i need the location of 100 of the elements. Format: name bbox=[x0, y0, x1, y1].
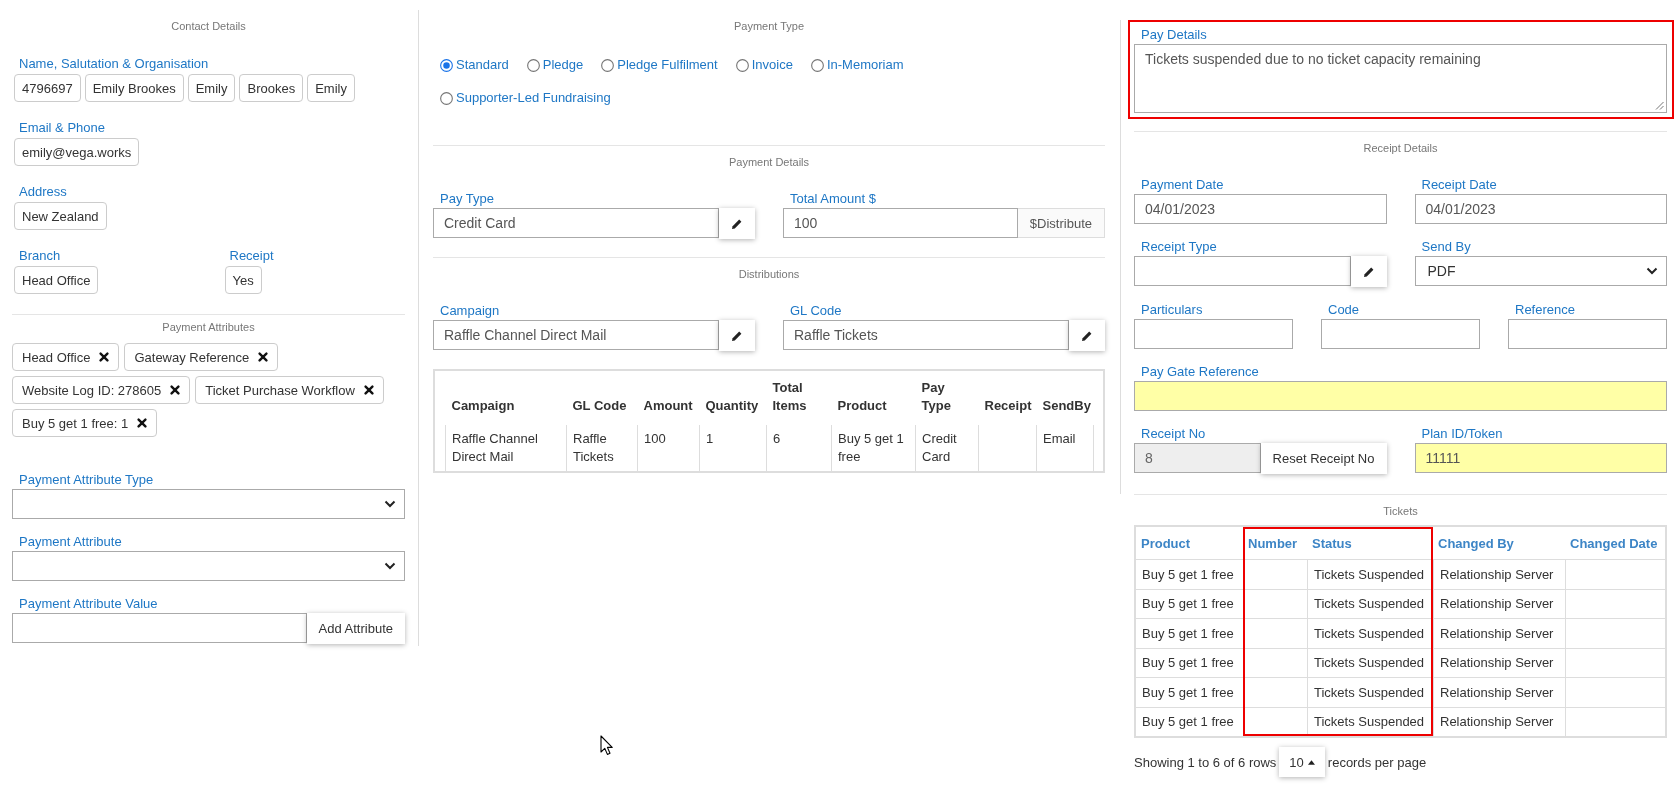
edit-button[interactable] bbox=[1069, 320, 1105, 351]
field-label: Pay Details bbox=[1140, 26, 1208, 44]
column-header[interactable]: Changed By bbox=[1433, 527, 1565, 559]
value-chip: Yes bbox=[224, 266, 262, 294]
lookup-field[interactable] bbox=[1134, 256, 1351, 286]
table-cell: Tickets Suspended bbox=[1307, 559, 1433, 589]
field-label: Code bbox=[1327, 301, 1361, 319]
radio-option[interactable]: Standard bbox=[440, 55, 509, 75]
close-icon[interactable] bbox=[170, 385, 181, 395]
text-field[interactable] bbox=[1134, 319, 1293, 349]
table-cell: Raffle Tickets bbox=[566, 425, 638, 471]
text-field[interactable]: 11111 bbox=[1414, 443, 1667, 473]
table-cell: Buy 5 get 1 free bbox=[1136, 559, 1243, 589]
table-cell: Email bbox=[1036, 425, 1094, 471]
value-chip: New Zealand bbox=[14, 202, 107, 230]
field-label: Payment Date bbox=[1140, 176, 1225, 194]
field-label: Receipt No bbox=[1140, 425, 1207, 443]
table-cell: Tickets Suspended bbox=[1307, 677, 1433, 707]
close-icon[interactable] bbox=[137, 418, 148, 428]
select-field[interactable] bbox=[12, 489, 405, 519]
lookup-field[interactable]: Raffle Channel Direct Mail bbox=[433, 320, 719, 350]
tag-text: Website Log ID: 278605 bbox=[22, 382, 162, 398]
table-cell: Relationship Server bbox=[1433, 647, 1565, 677]
text-field[interactable]: 04/01/2023 bbox=[1414, 194, 1667, 224]
field-label: Campaign bbox=[439, 302, 501, 320]
field-label: Send By bbox=[1420, 238, 1472, 256]
field-label: Total Amount $ bbox=[789, 190, 877, 208]
distribute-button[interactable]: $Distribute bbox=[1017, 208, 1105, 238]
column-header: Total Items bbox=[766, 371, 832, 425]
field-label: Address bbox=[18, 183, 68, 201]
pencil-icon bbox=[731, 217, 743, 230]
amount-field[interactable]: 100 bbox=[783, 208, 1018, 238]
pencil-icon bbox=[1362, 265, 1375, 278]
lookup-field[interactable]: Credit Card bbox=[433, 208, 719, 238]
column-header[interactable]: Product bbox=[1136, 527, 1243, 559]
page-size-button[interactable]: 10 bbox=[1279, 747, 1325, 777]
lookup-field[interactable]: Raffle Tickets bbox=[783, 320, 1069, 350]
pencil-icon bbox=[1081, 329, 1093, 342]
section-title: Payment Details bbox=[727, 155, 811, 170]
table-cell: Tickets Suspended bbox=[1307, 588, 1433, 618]
radio-option[interactable]: Pledge bbox=[526, 55, 584, 75]
table-cell: Credit Card bbox=[915, 425, 979, 471]
field-label: Receipt Date bbox=[1420, 176, 1498, 194]
pagination-summary: Showing 1 to 6 of 6 rows bbox=[1134, 754, 1277, 770]
text-field[interactable] bbox=[12, 613, 307, 643]
column-header[interactable]: Number bbox=[1243, 527, 1307, 559]
section-title: Contact Details bbox=[170, 19, 247, 34]
text-field[interactable]: 04/01/2023 bbox=[1134, 194, 1387, 224]
section-title: Receipt Details bbox=[1362, 141, 1439, 156]
table-cell: Relationship Server bbox=[1433, 588, 1565, 618]
action-button[interactable]: Add Attribute bbox=[306, 613, 405, 644]
value-chip: 4796697 bbox=[14, 74, 81, 102]
value-chip: Emily bbox=[307, 74, 355, 102]
close-icon[interactable] bbox=[258, 352, 269, 362]
value-chip: Emily Brookes bbox=[84, 74, 184, 102]
field-label: Payment Attribute Type bbox=[18, 471, 155, 489]
textarea-field[interactable]: Tickets suspended due to no ticket capacity remaining bbox=[1134, 44, 1667, 113]
table-cell: Buy 5 get 1 free bbox=[1136, 618, 1243, 648]
column-header[interactable]: Changed Date bbox=[1565, 527, 1665, 559]
table-cell: Tickets Suspended bbox=[1307, 706, 1433, 736]
table-cell: Relationship Server bbox=[1433, 677, 1565, 707]
table-cell: Tickets Suspended bbox=[1307, 618, 1433, 648]
value-chip: Brookes bbox=[239, 74, 304, 102]
select-field[interactable]: PDF bbox=[1414, 256, 1667, 286]
text-field[interactable] bbox=[1508, 319, 1667, 349]
section-title: Tickets bbox=[1382, 504, 1419, 519]
resize-grip-icon bbox=[1654, 100, 1664, 110]
radio-option[interactable]: Pledge Fulfilment bbox=[601, 55, 718, 75]
table-cell: Buy 5 get 1 free bbox=[1136, 706, 1243, 736]
chevron-down-icon bbox=[384, 500, 396, 508]
column-header[interactable]: Status bbox=[1307, 527, 1433, 559]
value-chip: Emily bbox=[187, 74, 236, 102]
field-label: Pay Type bbox=[439, 190, 495, 208]
column-header: Pay Type bbox=[915, 371, 979, 425]
table-cell: Tickets Suspended bbox=[1307, 647, 1433, 677]
radio-option[interactable]: In-Memoriam bbox=[810, 55, 904, 75]
edit-button[interactable] bbox=[719, 320, 755, 351]
table-cell: Relationship Server bbox=[1433, 618, 1565, 648]
field-label: Email & Phone bbox=[18, 119, 106, 137]
column-header: Product bbox=[831, 371, 916, 425]
section-title: Payment Type bbox=[732, 19, 806, 34]
text-field[interactable] bbox=[1321, 319, 1480, 349]
table-cell: Raffle Channel Direct Mail bbox=[445, 425, 567, 471]
tag-text: Ticket Purchase Workflow bbox=[205, 382, 355, 398]
close-icon[interactable] bbox=[363, 385, 374, 395]
edit-button[interactable] bbox=[719, 208, 755, 239]
close-icon[interactable] bbox=[99, 352, 110, 362]
radio-option[interactable]: Supporter-Led Fundraising bbox=[440, 88, 611, 108]
cursor-icon bbox=[600, 735, 613, 756]
section-title: Payment Attributes bbox=[161, 320, 256, 335]
edit-button[interactable] bbox=[1350, 256, 1387, 287]
column-header: Receipt bbox=[978, 371, 1037, 425]
text-field[interactable] bbox=[1134, 381, 1667, 411]
table-cell: 6 bbox=[766, 425, 832, 471]
field-label: GL Code bbox=[789, 302, 843, 320]
select-field[interactable] bbox=[12, 551, 405, 581]
tag-text: Head Office bbox=[22, 349, 91, 365]
pagination-text: records per page bbox=[1327, 754, 1427, 770]
field-label: Branch bbox=[18, 247, 62, 265]
radio-option[interactable]: Invoice bbox=[735, 55, 793, 75]
